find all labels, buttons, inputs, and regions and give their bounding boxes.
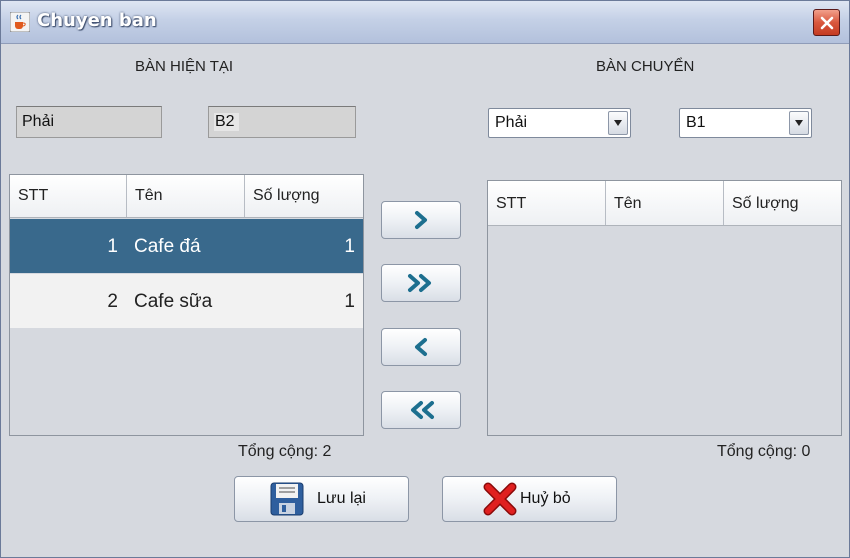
- current-total-label: Tổng cộng: 2: [238, 443, 332, 460]
- double-chevron-left-icon: [411, 401, 434, 419]
- current-area-field[interactable]: Phải: [16, 106, 162, 138]
- target-area-value: Phải: [495, 114, 528, 131]
- table-row[interactable]: 2 Cafe sữa 1: [10, 274, 363, 328]
- title-bar[interactable]: Chuyen ban: [1, 1, 849, 44]
- current-items-table[interactable]: STT Tên Số lượng 1 Cafe đá 1 2 Cafe sữa …: [9, 174, 364, 436]
- transfer-table-dialog: Chuyen ban BÀN HIỆN TẠI Phải B2 STT Tên …: [0, 0, 850, 558]
- java-cup-icon: [10, 12, 30, 32]
- window-title: Chuyen ban: [37, 10, 157, 31]
- save-button[interactable]: Lưu lại: [234, 476, 409, 522]
- close-icon: [820, 16, 833, 29]
- floppy-disk-icon: [270, 482, 304, 516]
- current-table-heading: BÀN HIỆN TẠI: [135, 58, 234, 75]
- current-table-value: B2: [214, 113, 239, 131]
- move-one-left-button[interactable]: [381, 328, 461, 366]
- column-header-stt[interactable]: STT: [488, 181, 606, 225]
- column-header-quantity[interactable]: Số lượng: [245, 175, 363, 217]
- chevron-left-icon: [415, 338, 427, 356]
- target-table-select[interactable]: B1: [679, 108, 812, 138]
- move-all-right-button[interactable]: [381, 264, 461, 302]
- cancel-button-label: Huỷ bỏ: [520, 490, 571, 507]
- target-table-value: B1: [686, 114, 706, 131]
- double-chevron-right-icon: [408, 274, 431, 292]
- row-quantity: 1: [344, 236, 355, 257]
- chevron-down-icon[interactable]: [608, 111, 628, 135]
- row-stt: 2: [107, 291, 118, 312]
- target-items-table[interactable]: STT Tên Số lượng: [487, 180, 842, 436]
- table-header: STT Tên Số lượng: [10, 175, 363, 218]
- column-header-name[interactable]: Tên: [127, 175, 245, 217]
- row-name: Cafe đá: [134, 236, 201, 257]
- column-header-stt[interactable]: STT: [10, 175, 127, 217]
- chevron-down-icon[interactable]: [789, 111, 809, 135]
- table-row[interactable]: 1 Cafe đá 1: [10, 219, 363, 273]
- row-name: Cafe sữa: [134, 291, 213, 312]
- column-header-name[interactable]: Tên: [606, 181, 724, 225]
- chevron-right-icon: [415, 211, 427, 229]
- move-all-left-button[interactable]: [381, 391, 461, 429]
- row-stt: 1: [107, 236, 118, 257]
- red-x-icon: [483, 482, 517, 516]
- cancel-button[interactable]: Huỷ bỏ: [442, 476, 617, 522]
- column-header-quantity[interactable]: Số lượng: [724, 181, 841, 225]
- target-table-heading: BÀN CHUYỂN: [596, 58, 695, 75]
- move-one-right-button[interactable]: [381, 201, 461, 239]
- save-button-label: Lưu lại: [317, 490, 366, 507]
- table-header: STT Tên Số lượng: [488, 181, 841, 226]
- target-area-select[interactable]: Phải: [488, 108, 631, 138]
- row-quantity: 1: [344, 291, 355, 312]
- close-button[interactable]: [813, 9, 840, 36]
- target-total-label: Tổng cộng: 0: [717, 443, 811, 460]
- current-table-field[interactable]: B2: [208, 106, 356, 138]
